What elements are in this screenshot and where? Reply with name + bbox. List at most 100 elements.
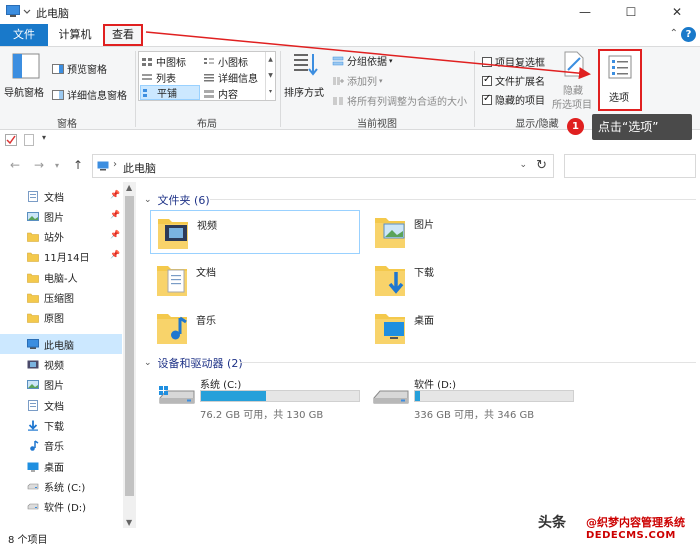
file-extensions-toggle[interactable]: 文件扩展名 [482,73,545,88]
ribbon-divider [474,51,475,127]
folder-icon [27,293,39,303]
sidebar-item[interactable]: 音乐 [0,435,122,455]
sidebar-item[interactable]: 图片 [0,374,122,394]
file-extensions-label: 文件扩展名 [495,77,545,88]
pc-icon [27,338,39,349]
ribbon-collapse-icon[interactable]: ⌃ [670,28,678,39]
check-icon[interactable] [5,134,17,146]
hidden-items-label: 隐藏的项目 [495,96,545,107]
sidebar-item[interactable]: 站外 📌 [0,226,122,246]
layout-tiles-label: 平铺 [157,89,177,100]
sidebar-item-label: 音乐 [44,441,64,453]
item-checkboxes-checkbox[interactable] [482,56,492,67]
scroll-up-icon[interactable]: ▲ [126,183,132,192]
help-icon[interactable]: ? [681,27,696,42]
layout-content[interactable]: 内容 [203,86,238,101]
tab-view[interactable]: 查看 [103,24,143,46]
address-dropdown-icon[interactable]: ⌄ [519,160,527,170]
tab-file[interactable]: 文件 [0,24,48,46]
sidebar-item[interactable]: 压缩图 [0,287,122,307]
folder-icon [27,232,39,242]
layout-details[interactable]: 详细信息 [203,70,258,85]
folder-tile[interactable]: 桌面 [368,306,578,350]
refresh-icon[interactable]: ↻ [536,158,547,173]
group-by-button[interactable]: 分组依据 ▾ [332,53,393,68]
watermark: 头条 @织梦内容管理系统 DEDECMS.COM [538,510,698,546]
desktop-icon [27,462,39,471]
details-pane-button[interactable]: 详细信息窗格 [52,87,127,102]
address-bar[interactable]: › 此电脑 ⌄ ↻ [92,154,554,178]
hidden-items-toggle[interactable]: 隐藏的项目 [482,92,545,107]
sidebar-item[interactable]: 文档 📌 [0,186,122,206]
group-label-current-view: 当前视图 [357,119,397,130]
search-input[interactable] [564,154,696,178]
sort-by-button[interactable]: 排序方式 [284,51,328,111]
folder-tile[interactable]: 图片 [368,210,578,254]
preview-pane-button[interactable]: 预览窗格 [52,61,107,76]
minimize-button[interactable]: — [562,0,608,24]
fit-columns-icon [333,96,343,105]
section-divider [240,362,696,363]
sidebar-item-label: 文档 [44,401,64,413]
folder-icon [27,273,39,283]
maximize-button[interactable]: ☐ [608,0,654,24]
devices-header-label: 设备和驱动器 (2) [157,357,243,370]
sidebar-item-label: 图片 [44,380,64,392]
options-button[interactable]: 选项 [598,49,642,111]
hide-selected-label-2: 所选项目 [552,100,592,111]
layout-list[interactable]: 列表 [141,70,176,85]
nav-pane-label: 导航窗格 [4,88,44,99]
file-extensions-checkbox[interactable] [482,74,492,86]
sidebar-item[interactable]: 桌面 [0,456,122,476]
folder-tile[interactable]: 音乐 [150,306,360,350]
sidebar-item[interactable]: 文档 [0,395,122,415]
forward-arrow-icon[interactable]: → [34,158,44,172]
item-checkboxes-toggle[interactable]: 项目复选框 [482,54,545,69]
drive-tile[interactable]: 软件 (D:) 336 GB 可用，共 346 GB [372,376,592,421]
tab-computer[interactable]: 计算机 [50,24,100,46]
back-arrow-icon[interactable]: ← [10,158,20,172]
sidebar-item[interactable]: 图片 📌 [0,206,122,226]
recent-locations-icon[interactable]: ▾ [55,161,59,170]
layout-tiles[interactable]: 平铺 [140,85,200,100]
collapse-caret-icon[interactable]: ⌄ [144,195,152,205]
sidebar-item[interactable]: 11月14日 📌 [0,246,122,266]
folder-tile[interactable]: 文档 [150,258,360,302]
hidden-items-checkbox[interactable] [482,93,492,105]
sidebar-item[interactable]: 视频 [0,354,122,374]
sidebar-item[interactable]: 此电脑 [0,334,122,354]
folder-tile[interactable]: 视频 [150,210,360,254]
layout-medium-icons[interactable]: 中图标 [141,54,186,69]
quick-access-dropdown-icon[interactable] [22,6,32,16]
sidebar-item[interactable]: 下载 [0,415,122,435]
scroll-thumb[interactable] [125,196,134,496]
list-icon [142,73,152,80]
hide-selected-button[interactable]: 隐藏 所选项目 [552,51,596,111]
close-button[interactable]: ✕ [654,0,700,24]
blank-page-icon[interactable] [24,134,34,146]
sidebar-item[interactable]: 软件 (D:) [0,496,122,516]
folder-tile[interactable]: 下载 [368,258,578,302]
add-column-button[interactable]: 添加列 ▾ [332,73,383,88]
layout-scroll-arrows[interactable]: ▲ ▼ ▾ [265,52,275,100]
scroll-down-icon[interactable]: ▼ [126,518,132,527]
sidebar-item[interactable]: 原图 [0,307,122,327]
nav-pane-button[interactable]: 导航窗格 [4,51,48,111]
pin-icon: 📌 [110,190,120,199]
collapse-caret-icon[interactable]: ⌄ [144,358,152,368]
breadcrumb-this-pc[interactable]: 此电脑 [123,160,156,176]
drive-name: 系统 (C:) [200,380,242,391]
preview-pane-label: 预览窗格 [67,65,107,76]
layout-small-icons[interactable]: 小图标 [203,54,248,69]
breadcrumb-separator-icon[interactable]: › [113,159,117,170]
folders-section-header[interactable]: ⌄ 文件夹 (6) [144,192,210,208]
up-arrow-icon[interactable]: ↑ [73,158,83,172]
sidebar-item[interactable]: 电脑-人 [0,267,122,287]
folder-name: 桌面 [414,316,434,327]
drive-tile[interactable]: 系统 (C:) 76.2 GB 可用，共 130 GB [158,376,378,421]
fit-columns-button[interactable]: 将所有列调整为合适的大小 [332,93,467,108]
devices-section-header[interactable]: ⌄ 设备和驱动器 (2) [144,355,243,371]
nav-scrollbar[interactable]: ▲ ▼ [123,182,136,528]
quick-access-more-icon[interactable]: ▾ [42,133,46,142]
sidebar-item[interactable]: 系统 (C:) [0,476,122,496]
